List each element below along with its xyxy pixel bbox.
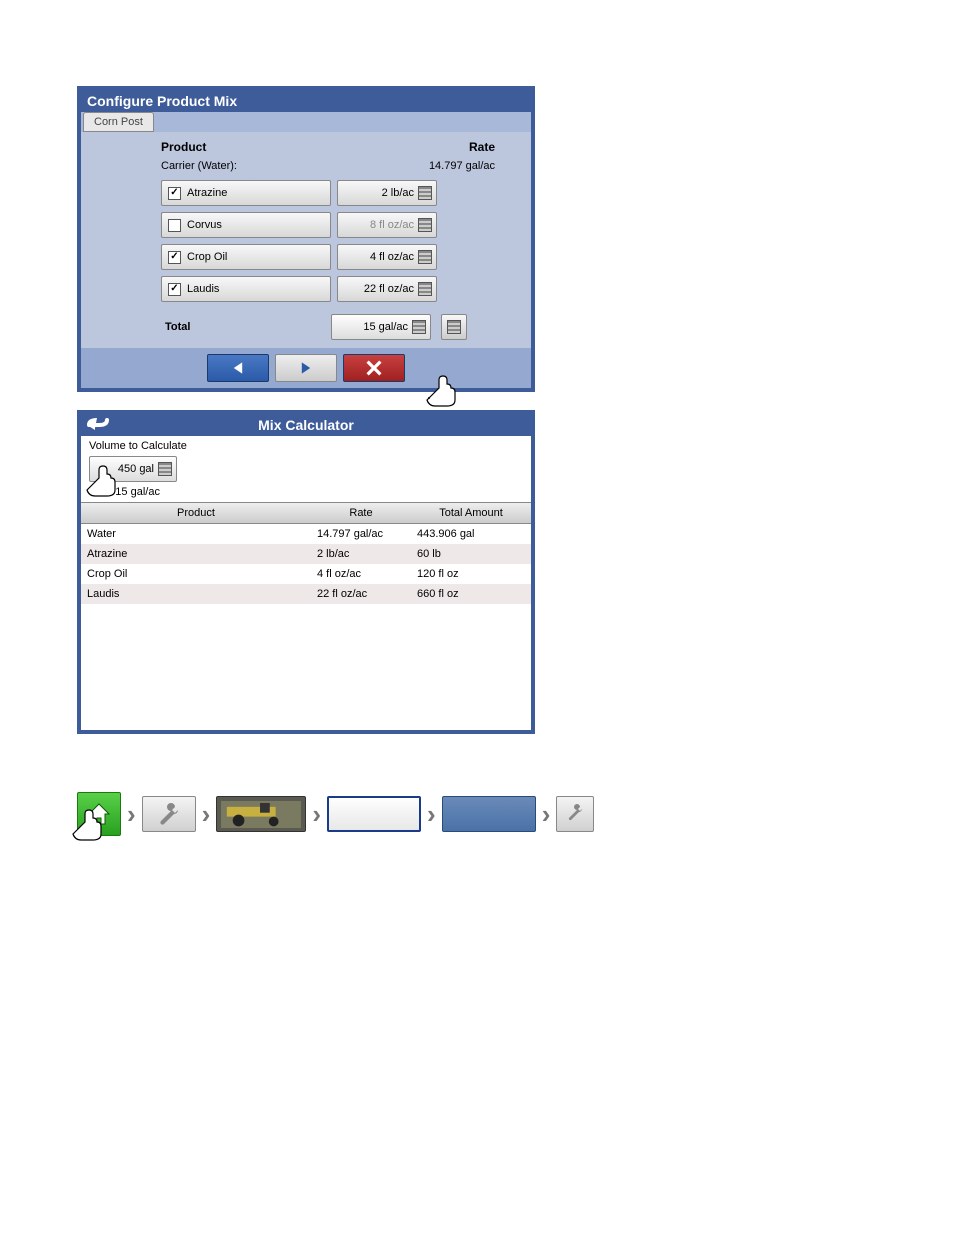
cancel-button[interactable] bbox=[343, 354, 405, 382]
mix-calculator-button[interactable] bbox=[441, 314, 467, 340]
prev-button[interactable] bbox=[207, 354, 269, 382]
tractor-icon bbox=[221, 801, 301, 828]
wizard-footer bbox=[81, 348, 531, 388]
product-toggle-laudis[interactable]: Laudis bbox=[161, 276, 331, 302]
product-row-laudis: Laudis 22 fl oz/ac bbox=[161, 276, 523, 302]
mix-label: Mix bbox=[89, 486, 106, 498]
breadcrumb-home[interactable] bbox=[77, 792, 121, 836]
triangle-left-icon bbox=[231, 361, 245, 375]
breadcrumb-settings[interactable] bbox=[142, 796, 196, 832]
product-toggle-atrazine[interactable]: Atrazine bbox=[161, 180, 331, 206]
tab-corn-post[interactable]: Corn Post bbox=[83, 112, 154, 132]
triangle-right-icon bbox=[299, 361, 313, 375]
chevron-right-icon: › bbox=[125, 799, 138, 830]
product-toggle-corvus[interactable]: Corvus bbox=[161, 212, 331, 238]
table-row: Water 14.797 gal/ac 443.906 gal bbox=[81, 524, 531, 544]
rate-input-cropoil[interactable]: 4 fl oz/ac bbox=[337, 244, 437, 270]
wrench-icon bbox=[155, 803, 183, 825]
breadcrumb-config[interactable] bbox=[556, 796, 594, 832]
carrier-label: Carrier (Water): bbox=[161, 160, 341, 172]
volume-input[interactable]: 450 gal bbox=[89, 456, 177, 482]
chevron-right-icon: › bbox=[310, 799, 323, 830]
next-button[interactable] bbox=[275, 354, 337, 382]
keypad-icon bbox=[418, 250, 432, 264]
rate-input-corvus[interactable]: 8 fl oz/ac bbox=[337, 212, 437, 238]
checkbox-icon bbox=[168, 283, 181, 296]
product-name: Laudis bbox=[187, 283, 219, 295]
calculator-icon bbox=[447, 320, 461, 334]
mix-rate bbox=[109, 486, 112, 498]
wrench-icon bbox=[565, 804, 585, 824]
breadcrumb: › › › › › bbox=[77, 792, 877, 836]
configure-product-mix-panel: Configure Product Mix Corn Post Product … bbox=[77, 86, 535, 392]
table-row: Atrazine 2 lb/ac 60 lb bbox=[81, 544, 531, 564]
chevron-right-icon: › bbox=[540, 799, 553, 830]
product-name: Atrazine bbox=[187, 187, 227, 199]
rate-input-atrazine[interactable]: 2 lb/ac bbox=[337, 180, 437, 206]
back-arrow-icon[interactable] bbox=[85, 416, 111, 434]
mix-calculator-panel: Mix Calculator Volume to Calculate 450 g… bbox=[77, 410, 535, 734]
rate-input-laudis[interactable]: 22 fl oz/ac bbox=[337, 276, 437, 302]
header-rate: Rate bbox=[341, 140, 523, 154]
carrier-rate: 14.797 gal/ac bbox=[341, 160, 523, 172]
table-body: Water 14.797 gal/ac 443.906 gal Atrazine… bbox=[81, 524, 531, 730]
keypad-icon bbox=[418, 282, 432, 296]
header-product: Product bbox=[161, 140, 341, 154]
home-icon bbox=[85, 800, 113, 828]
chevron-right-icon: › bbox=[200, 799, 213, 830]
chevron-right-icon: › bbox=[425, 799, 438, 830]
breadcrumb-vehicle[interactable] bbox=[216, 796, 306, 832]
product-name: Corvus bbox=[187, 219, 222, 231]
product-row-cropoil: Crop Oil 4 fl oz/ac bbox=[161, 244, 523, 270]
checkbox-icon bbox=[168, 251, 181, 264]
breadcrumb-step-next[interactable] bbox=[442, 796, 536, 832]
product-toggle-cropoil[interactable]: Crop Oil bbox=[161, 244, 331, 270]
total-value-box[interactable]: 15 gal/ac bbox=[331, 314, 431, 340]
close-icon bbox=[366, 360, 382, 376]
keypad-icon bbox=[412, 320, 426, 334]
breadcrumb-step-current[interactable] bbox=[327, 796, 421, 832]
product-row-corvus: Corvus 8 fl oz/ac bbox=[161, 212, 523, 238]
table-header: Product Rate Total Amount bbox=[81, 503, 531, 524]
table-row: Crop Oil 4 fl oz/ac 120 fl oz bbox=[81, 564, 531, 584]
volume-label: Volume to Calculate bbox=[89, 440, 523, 452]
checkbox-icon bbox=[168, 219, 181, 232]
panel-title: Configure Product Mix bbox=[81, 90, 531, 112]
keypad-icon bbox=[418, 186, 432, 200]
table-row: Laudis 22 fl oz/ac 660 fl oz bbox=[81, 584, 531, 604]
panel2-title: Mix Calculator bbox=[81, 414, 531, 436]
checkbox-icon bbox=[168, 187, 181, 200]
product-name: Crop Oil bbox=[187, 251, 227, 263]
keypad-icon bbox=[158, 462, 172, 476]
product-row-atrazine: Atrazine 2 lb/ac bbox=[161, 180, 523, 206]
total-label: Total bbox=[161, 321, 331, 333]
keypad-icon bbox=[418, 218, 432, 232]
